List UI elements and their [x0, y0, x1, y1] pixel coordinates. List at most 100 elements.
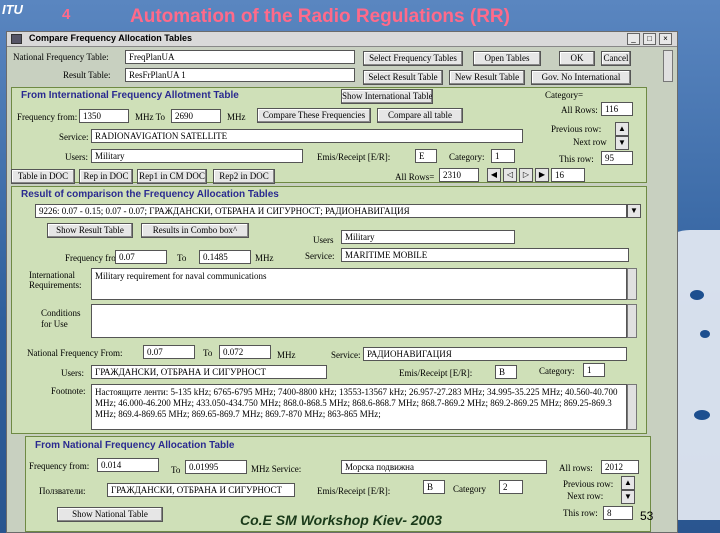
nat-freq-to-field[interactable]: 0.072 [219, 345, 271, 359]
international-header: From International Frequency Allotment T… [21, 90, 239, 101]
show-national-table-button[interactable]: Show National Table [57, 507, 163, 522]
nat-panel-previous-row-icon[interactable]: ▲ [621, 476, 635, 490]
background-island [694, 410, 710, 420]
result-service-field[interactable]: MARITIME MOBILE [341, 248, 629, 262]
docbar-all-rows-label: All Rows= [395, 172, 435, 182]
result-table-field[interactable]: ResFrPlanUA 1 [125, 68, 355, 82]
rep1-in-cm-doc-button[interactable]: Rep1 in CM DOC [137, 169, 207, 184]
background-island [700, 330, 710, 338]
nav-last-icon[interactable]: ▶ [535, 168, 549, 182]
gov-no-international-button[interactable]: Gov. No International [531, 70, 631, 85]
result-freq-to-field[interactable]: 0.1485 [199, 250, 251, 264]
intl-req-scrollbar[interactable] [627, 268, 637, 300]
footnote-scrollbar[interactable] [627, 384, 637, 430]
itu-logo: ITU [2, 2, 23, 17]
result-users-field[interactable]: Military [341, 230, 515, 244]
nat-panel-mhz-service-label: MHz Service: [251, 464, 302, 474]
slide-number-top: 4 [62, 6, 71, 23]
nav-next-icon[interactable]: ▷ [519, 168, 533, 182]
nat-panel-users-field[interactable]: ГРАЖДАНСКИ, ОТБРАНА И СИГУРНОСТ [107, 483, 295, 497]
docbar-count-field[interactable]: 16 [551, 168, 585, 182]
minimize-icon[interactable]: _ [627, 33, 640, 45]
compare-window: Compare Frequency Allocation Tables _ □ … [6, 31, 678, 533]
nat-freq-from-field[interactable]: 0.07 [143, 345, 195, 359]
ok-button[interactable]: OK [559, 51, 595, 66]
intl-freq-from-field[interactable]: 1350 [79, 109, 129, 123]
result-service-label: Service: [305, 251, 335, 261]
cancel-button[interactable]: Cancel [601, 51, 631, 66]
compare-these-frequencies-button[interactable]: Compare These Frequencies [257, 108, 371, 123]
show-international-table-button[interactable]: Show International Table [341, 89, 433, 104]
intl-category-field[interactable]: 1 [491, 149, 515, 163]
intl-next-row-icon[interactable]: ▼ [615, 136, 629, 150]
intl-users-field[interactable]: Military [91, 149, 303, 163]
intl-next-row-label: Next row [573, 137, 607, 147]
nat-panel-category-field[interactable]: 2 [499, 480, 523, 494]
result-freq-from-field[interactable]: 0.07 [115, 250, 167, 264]
intl-users-label: Users: [65, 152, 88, 162]
footnote-label: Footnote: [51, 386, 86, 396]
nat-panel-service-field[interactable]: Морска подвижна [341, 460, 547, 474]
nat-panel-category-label: Category [453, 484, 486, 494]
nav-first-icon[interactable]: ◀ [487, 168, 501, 182]
maximize-icon[interactable]: □ [643, 33, 656, 45]
window-titlebar: Compare Frequency Allocation Tables _ □ … [7, 32, 677, 47]
nat-panel-freq-from-field[interactable]: 0.014 [97, 458, 159, 472]
nat-service-label: Service: [331, 350, 361, 360]
nat-panel-emis-field[interactable]: B [423, 480, 445, 494]
nav-prev-icon[interactable]: ◁ [503, 168, 517, 182]
intl-mhz-label: MHz [227, 112, 246, 122]
conditions-for-use-field[interactable] [91, 304, 627, 338]
app-icon [11, 34, 22, 44]
nat-panel-freq-to-field[interactable]: 0.01995 [185, 460, 247, 474]
top-scrollbar[interactable] [663, 50, 673, 82]
intl-all-rows-field[interactable]: 116 [601, 102, 633, 116]
result-combo[interactable]: 9226: 0.07 - 0.15; 0.07 - 0.07; ГРАЖДАНС… [35, 204, 627, 218]
rep2-in-doc-button[interactable]: Rep2 in DOC [213, 169, 275, 184]
compare-all-table-button[interactable]: Compare all table [377, 108, 463, 123]
nat-panel-next-row-icon[interactable]: ▼ [621, 490, 635, 504]
result-table-label: Result Table: [63, 70, 111, 80]
intl-service-field[interactable]: RADIONAVIGATION SATELLITE [91, 129, 523, 143]
nat-panel-this-row-field[interactable]: 8 [603, 506, 633, 520]
intl-emis-field[interactable]: E [415, 149, 437, 163]
new-result-table-button[interactable]: New Result Table [449, 70, 525, 85]
conditions-scrollbar[interactable] [627, 304, 637, 338]
intl-this-row-field[interactable]: 95 [601, 151, 633, 165]
window-title: Compare Frequency Allocation Tables [29, 33, 193, 43]
national-table-field[interactable]: FreqPlanUA [125, 50, 355, 64]
nat-service-field[interactable]: РАДИОНАВИГАЦИЯ [363, 347, 627, 361]
select-frequency-tables-button[interactable]: Select Frequency Tables [363, 51, 463, 66]
show-result-table-button[interactable]: Show Result Table [47, 223, 133, 238]
table-in-doc-button[interactable]: Table in DOC [11, 169, 75, 184]
nat-category-label: Category: [539, 366, 575, 376]
nat-panel-all-rows-field[interactable]: 2012 [601, 460, 639, 474]
nat-users-field[interactable]: ГРАЖДАНСКИ, ОТБРАНА И СИГУРНОСТ [91, 365, 327, 379]
rep-in-doc-button[interactable]: Rep in DOC [79, 169, 133, 184]
select-result-table-button[interactable]: Select Result Table [363, 70, 443, 85]
close-icon[interactable]: × [659, 33, 672, 45]
intl-previous-row-icon[interactable]: ▲ [615, 122, 629, 136]
intl-freq-to-field[interactable]: 2690 [171, 109, 221, 123]
nat-panel-all-rows-label: All rows: [559, 463, 593, 473]
intl-this-row-label: This row: [559, 154, 594, 164]
slide-title: Automation of the Radio Regulations (RR) [130, 6, 510, 27]
nat-users-label: Users: [61, 368, 84, 378]
nat-emis-label: Emis/Receipt [E/R]: [399, 368, 473, 378]
nat-panel-next-row-label: Next row: [567, 491, 604, 501]
nat-panel-emis-label: Emis/Receipt [E/R]: [317, 486, 391, 496]
results-in-combo-button[interactable]: Results in Combo box^ [141, 223, 249, 238]
conditions-for-use-label: Conditions for Use [41, 308, 81, 329]
nat-category-field[interactable]: 1 [583, 363, 605, 377]
docbar-all-rows-field[interactable]: 2310 [439, 168, 479, 182]
intl-emis-label: Emis/Receipt [E/R]: [317, 152, 391, 162]
slide-footer: Co.E SM Workshop Kiev- 2003 [240, 512, 443, 528]
intl-freq-from-label: Frequency from: [17, 112, 78, 122]
footnote-field[interactable]: Настоящите ленти: 5-135 kHz; 6765-6795 M… [91, 384, 627, 430]
international-requirements-field[interactable]: Military requirement for naval communica… [91, 268, 627, 300]
nat-emis-field[interactable]: B [495, 365, 517, 379]
international-requirements-label: International Requirements: [29, 270, 82, 290]
result-combo-chevron-down-icon[interactable]: ▼ [627, 204, 641, 218]
intl-previous-row-label: Previous row: [551, 124, 602, 134]
open-tables-button[interactable]: Open Tables [473, 51, 541, 66]
